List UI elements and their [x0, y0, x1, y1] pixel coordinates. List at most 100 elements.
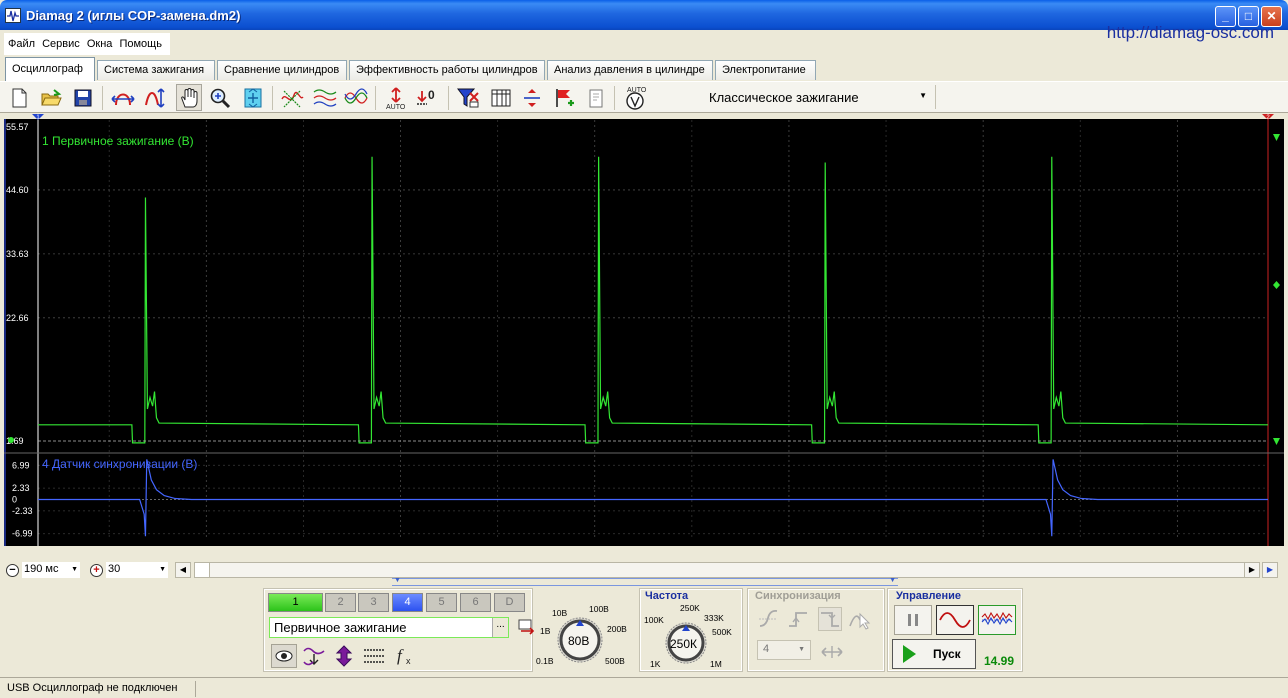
- sync-position-icon[interactable]: [820, 640, 844, 664]
- scroll-right-button[interactable]: ▶: [1244, 562, 1260, 578]
- new-file-icon[interactable]: [6, 84, 32, 111]
- oscilloscope-display[interactable]: 1 2 1 Первичное зажигание (В) 4 Датчик с…: [4, 114, 1284, 546]
- marker-strip: [4, 114, 1284, 119]
- scroll-track[interactable]: [194, 562, 1244, 578]
- zero-offset-icon[interactable]: 0: [414, 84, 440, 111]
- menu-file[interactable]: Файл: [8, 38, 35, 50]
- play-icon: [903, 645, 916, 663]
- auto-setup-icon[interactable]: AUTO: [622, 84, 648, 111]
- save-icon[interactable]: [70, 84, 96, 111]
- trace-channel-1: [38, 156, 1269, 444]
- channel-2-button[interactable]: 2: [325, 593, 356, 612]
- channel-lines-icon[interactable]: [361, 644, 387, 668]
- control-title: Управление: [896, 590, 962, 602]
- zoom-in-icon[interactable]: +: [90, 563, 103, 577]
- marker-add-icon[interactable]: [551, 84, 577, 111]
- zoom-icon[interactable]: [207, 84, 233, 111]
- voltage-value: 80В: [568, 634, 590, 648]
- sync-channel-select[interactable]: 4 ▼: [757, 640, 811, 660]
- time-zoom-control[interactable]: − 190 мс ▼: [6, 562, 80, 578]
- waves-stack-icon[interactable]: [312, 84, 338, 111]
- scroll-left-button[interactable]: ◀: [175, 562, 191, 578]
- y-tick-label-ch4: 0: [12, 495, 17, 505]
- pause-icon: [908, 614, 918, 626]
- y-tick-label-ch4: -2.33: [12, 506, 33, 516]
- tab-bar: Осциллограф Система зажигания Сравнение …: [0, 56, 1288, 81]
- continuous-button[interactable]: [978, 605, 1016, 635]
- fps-value: 14.99: [984, 654, 1015, 668]
- count-select[interactable]: 30 ▼: [106, 562, 168, 578]
- frequency-label-333k: 333K: [704, 613, 724, 623]
- channel-4-button[interactable]: 4: [392, 593, 423, 612]
- mode-select[interactable]: Классическое зажигание ▼: [686, 85, 936, 109]
- cross-cursor-icon[interactable]: [279, 84, 305, 111]
- channel-name-field[interactable]: Первичное зажигание ...: [269, 617, 509, 638]
- multi-wave-icon: [981, 611, 1013, 626]
- tab-cylinder-efficiency[interactable]: Эффективность работы цилиндров: [349, 60, 545, 80]
- fit-vertical-icon[interactable]: [141, 84, 167, 111]
- channel-5-button[interactable]: 5: [426, 593, 457, 612]
- sync-falling-icon[interactable]: [818, 607, 842, 631]
- run-button[interactable]: Пуск: [892, 639, 976, 669]
- frequency-knob[interactable]: 250К 250K 100K 333K 500K 1K 1M: [640, 601, 742, 671]
- channel-d-button[interactable]: D: [494, 593, 525, 612]
- open-folder-icon[interactable]: [38, 84, 64, 111]
- sync-cursor-icon[interactable]: [848, 607, 872, 631]
- chevron-down-icon: ▼: [919, 91, 927, 100]
- tab-ignition-system[interactable]: Система зажигания: [97, 60, 215, 80]
- cursor-measure-icon[interactable]: [240, 84, 266, 111]
- status-bar: USB Осциллограф не подключен: [0, 677, 1288, 698]
- single-shot-button[interactable]: [936, 605, 974, 635]
- zoom-out-icon[interactable]: −: [6, 563, 19, 577]
- chevron-down-icon: ▼: [71, 566, 78, 573]
- time-zoom-value: 190 мс: [24, 563, 59, 575]
- channel-3-button[interactable]: 3: [358, 593, 389, 612]
- y-tick-label-ch4: 6.99: [12, 460, 30, 470]
- voltage-label-1v: 1В: [540, 626, 551, 636]
- auto-scale-icon[interactable]: AUTO: [383, 84, 409, 111]
- notes-icon[interactable]: [583, 84, 609, 111]
- channel-visible-icon[interactable]: [271, 644, 297, 668]
- sync-auto-icon[interactable]: [756, 607, 780, 631]
- site-url[interactable]: http://diamag-osc.com: [1107, 23, 1274, 43]
- menu-service[interactable]: Сервис: [42, 38, 80, 50]
- channel-offset-icon[interactable]: [331, 644, 357, 668]
- math-function-icon[interactable]: fx: [393, 644, 419, 668]
- range-down-icon: [1273, 438, 1280, 445]
- offset-marker-icon: [1273, 281, 1280, 289]
- panel-splitter[interactable]: ▼ ▼: [392, 577, 898, 586]
- voltage-label-01v: 0.1В: [536, 656, 554, 666]
- channel-invert-icon[interactable]: [301, 644, 327, 668]
- voltage-knob[interactable]: 80В 10В 100В 1В 200В 0.1В 500В: [534, 598, 634, 670]
- scroll-thumb[interactable]: [194, 562, 210, 578]
- fit-horizontal-icon[interactable]: [110, 84, 136, 111]
- tab-oscilloscope[interactable]: Осциллограф: [5, 57, 95, 81]
- waves-overlay-icon[interactable]: [343, 84, 369, 111]
- filter-icon[interactable]: [455, 84, 481, 111]
- channel-6-button[interactable]: 6: [460, 593, 491, 612]
- channel-name-browse-button[interactable]: ...: [492, 618, 508, 637]
- scope-canvas: 1 2 1 Первичное зажигание (В) 4 Датчик с…: [4, 114, 1284, 546]
- count-control[interactable]: + 30 ▼: [90, 562, 168, 578]
- tab-power-supply[interactable]: Электропитание: [715, 60, 816, 80]
- svg-text:x: x: [406, 656, 411, 666]
- frequency-value: 250К: [670, 637, 698, 651]
- time-zoom-select[interactable]: 190 мс ▼: [22, 562, 80, 578]
- tab-pressure-analysis[interactable]: Анализ давления в цилиндре: [547, 60, 713, 80]
- play-scroll-button[interactable]: ▶: [1262, 562, 1278, 578]
- pause-button[interactable]: [894, 605, 932, 635]
- svg-text:f: f: [397, 646, 404, 665]
- menu-help[interactable]: Помощь: [119, 38, 162, 50]
- hand-pan-icon[interactable]: [176, 84, 202, 111]
- y-tick-label: 55.57: [6, 122, 29, 132]
- sync-rising-icon[interactable]: [786, 607, 810, 631]
- tab-cylinder-compare[interactable]: Сравнение цилиндров: [217, 60, 347, 80]
- split-icon[interactable]: [519, 84, 545, 111]
- sync-channel-value: 4: [763, 643, 770, 655]
- channel-1-button[interactable]: 1: [268, 593, 323, 612]
- frequency-label-1m: 1M: [710, 659, 722, 669]
- menu-windows[interactable]: Окна: [87, 38, 113, 50]
- table-icon[interactable]: [488, 84, 514, 111]
- y-ticks-channel-1: 55.5744.6033.6322.661.69: [6, 122, 29, 446]
- splitter-left-icon: ▼: [394, 577, 401, 584]
